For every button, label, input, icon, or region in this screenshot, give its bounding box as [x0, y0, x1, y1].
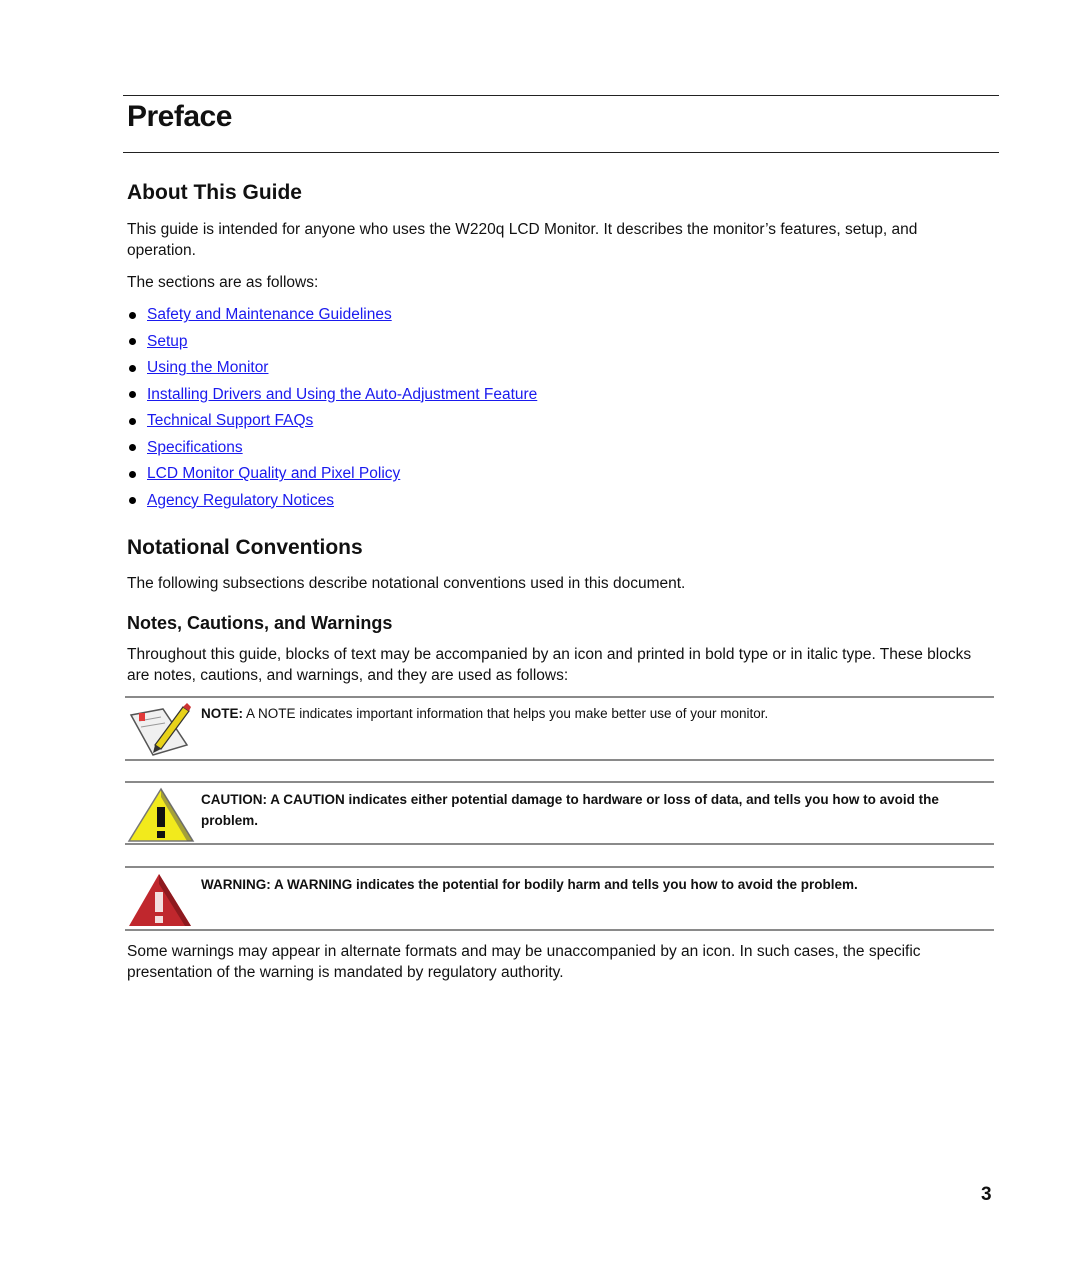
bullet-icon [129, 470, 136, 478]
link-setup[interactable]: Setup [147, 330, 188, 354]
caution-text: CAUTION: A CAUTION indicates either pote… [201, 792, 939, 828]
title-bottom-rule [123, 152, 999, 153]
closing-paragraph: Some warnings may appear in alternate fo… [127, 943, 921, 981]
warning-top-rule [125, 866, 994, 868]
link-technical-support[interactable]: Technical Support FAQs [147, 409, 313, 433]
list-item: Setup [127, 329, 537, 356]
bullet-icon [129, 364, 136, 372]
list-item: Agency Regulatory Notices [127, 488, 537, 515]
page-title: Preface [127, 100, 232, 133]
link-regulatory-notices[interactable]: Agency Regulatory Notices [147, 489, 334, 513]
note-bottom-rule [125, 759, 994, 761]
bullet-icon [129, 338, 136, 346]
about-intro: This guide is intended for anyone who us… [127, 221, 918, 259]
link-specifications[interactable]: Specifications [147, 436, 243, 460]
notes-intro: Throughout this guide, blocks of text ma… [127, 646, 972, 684]
caution-block: CAUTION: A CAUTION indicates either pote… [127, 787, 994, 843]
link-using-monitor[interactable]: Using the Monitor [147, 356, 268, 380]
note-label: NOTE: [201, 706, 243, 721]
page-number: 3 [981, 1184, 992, 1205]
note-block: NOTE: A NOTE indicates important informa… [127, 701, 994, 757]
link-safety[interactable]: Safety and Maintenance Guidelines [147, 303, 392, 327]
title-top-rule [123, 95, 999, 96]
warning-bottom-rule [125, 929, 994, 931]
caution-bottom-rule [125, 843, 994, 845]
warning-triangle-icon [129, 874, 191, 926]
notes-heading: Notes, Cautions, and Warnings [127, 613, 393, 633]
bullet-icon [129, 311, 136, 319]
bullet-icon [129, 497, 136, 505]
list-item: Using the Monitor [127, 355, 537, 382]
list-item: Safety and Maintenance Guidelines [127, 302, 537, 329]
bullet-icon [129, 444, 136, 452]
note-text: NOTE: A NOTE indicates important informa… [201, 706, 769, 721]
conventions-intro: The following subsections describe notat… [127, 575, 686, 592]
caution-top-rule [125, 781, 994, 783]
sections-intro: The sections are as follows: [127, 274, 319, 291]
warning-block: WARNING: A WARNING indicates the potenti… [127, 872, 994, 928]
link-installing-drivers[interactable]: Installing Drivers and Using the Auto-Ad… [147, 383, 537, 407]
list-item: Installing Drivers and Using the Auto-Ad… [127, 382, 537, 409]
about-heading: About This Guide [127, 181, 302, 204]
note-top-rule [125, 696, 994, 698]
caution-triangle-icon [127, 787, 195, 842]
conventions-heading: Notational Conventions [127, 536, 363, 559]
sections-list: Safety and Maintenance Guidelines Setup … [127, 302, 537, 514]
warning-text: WARNING: A WARNING indicates the potenti… [201, 877, 858, 892]
bullet-icon [129, 417, 136, 425]
bullet-icon [129, 391, 136, 399]
list-item: Technical Support FAQs [127, 408, 537, 435]
list-item: Specifications [127, 435, 537, 462]
link-pixel-policy[interactable]: LCD Monitor Quality and Pixel Policy [147, 462, 400, 486]
note-pencil-icon [129, 703, 191, 756]
list-item: LCD Monitor Quality and Pixel Policy [127, 461, 537, 488]
